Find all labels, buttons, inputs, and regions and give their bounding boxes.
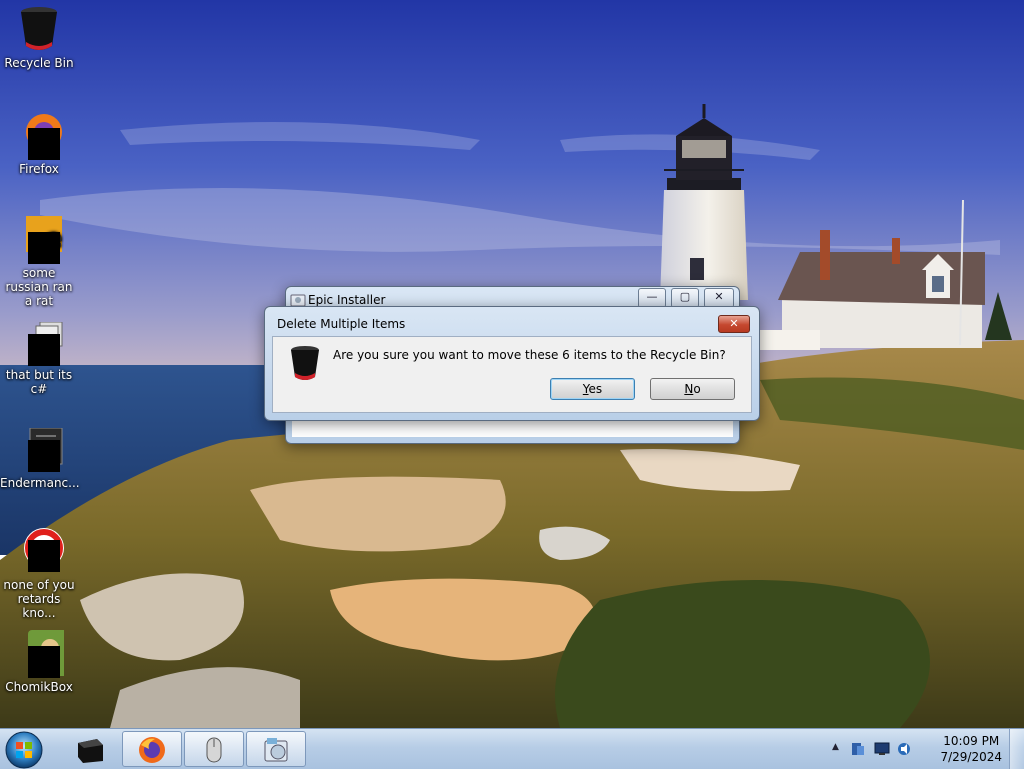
dialog-message: Are you sure you want to move these 6 it… bbox=[333, 348, 726, 362]
copies-icon bbox=[28, 322, 63, 366]
firefox-icon bbox=[139, 737, 165, 763]
chomikbox-icon bbox=[28, 630, 64, 678]
display-icon[interactable] bbox=[874, 741, 890, 757]
dialog-close-button[interactable]: ✕ bbox=[718, 315, 750, 333]
mouse-icon bbox=[206, 737, 222, 763]
black-box-icon bbox=[78, 739, 103, 763]
show-hidden-icons-button[interactable]: ▲ bbox=[832, 742, 839, 752]
installer-icon bbox=[264, 738, 288, 762]
desktop-icon-label: Endermanc... bbox=[0, 476, 80, 490]
recycle-bin-icon bbox=[291, 346, 319, 380]
opera-icon bbox=[24, 528, 64, 572]
start-orb-icon[interactable] bbox=[3, 730, 47, 770]
desktop-icon-label: some russian ran a rat bbox=[5, 266, 73, 308]
desktop-icon-chomikbox[interactable]: ChomikBox bbox=[0, 630, 78, 694]
delete-multiple-items-dialog[interactable]: Delete Multiple Items ✕ Are you sure you… bbox=[264, 306, 760, 421]
show-desktop-button[interactable] bbox=[1009, 729, 1024, 769]
desktop-icon-recycle-bin[interactable]: Recycle Bin bbox=[0, 4, 78, 70]
taskbar-item-installer[interactable] bbox=[246, 731, 306, 767]
desktop-icon-label: none of you retards kno... bbox=[3, 578, 75, 620]
dialog-client-area: Are you sure you want to move these 6 it… bbox=[272, 336, 752, 413]
no-mnemonic: N bbox=[684, 382, 694, 396]
clock-time: 10:09 PM bbox=[943, 734, 1000, 748]
network-icon[interactable] bbox=[850, 741, 866, 757]
desktop-icon-label: that but its c# bbox=[5, 368, 73, 396]
rat-program-icon: e bbox=[26, 216, 63, 264]
dialog-title: Delete Multiple Items bbox=[277, 317, 406, 331]
firefox-icon bbox=[26, 114, 62, 160]
desktop-icon-that-but-its-csharp[interactable]: that but its c# bbox=[0, 322, 78, 396]
clock[interactable]: 10:09 PM 7/29/2024 bbox=[940, 733, 1002, 765]
taskbar-item-mouse-app[interactable] bbox=[184, 731, 244, 767]
no-label-rest: o bbox=[693, 382, 701, 396]
no-button[interactable]: No bbox=[650, 378, 735, 400]
desktop-icon-some-russian-ran-a-rat[interactable]: e some russian ran a rat bbox=[0, 214, 78, 308]
clock-date: 7/29/2024 bbox=[940, 750, 1002, 764]
system-tray: ▲ 10:09 PM 7/29/2024 bbox=[832, 729, 1024, 769]
desktop-icon-label: Firefox bbox=[19, 162, 59, 176]
desktop-icon-none-of-you[interactable]: none of you retards kno... bbox=[0, 526, 78, 620]
desktop-icon-label: Recycle Bin bbox=[4, 56, 74, 70]
taskbar: ▲ 10:09 PM 7/29/2024 bbox=[0, 728, 1024, 769]
yes-button[interactable]: Yes bbox=[550, 378, 635, 400]
close-button[interactable]: ✕ bbox=[704, 288, 734, 308]
desktop-icon-label: ChomikBox bbox=[5, 680, 73, 694]
taskbar-item-program[interactable] bbox=[60, 731, 120, 767]
minimize-button[interactable]: — bbox=[638, 288, 666, 308]
desktop-icon-endermanch[interactable]: Endermanc... bbox=[0, 428, 80, 490]
console-window-icon bbox=[28, 428, 63, 472]
desktop-icon-firefox[interactable]: Firefox bbox=[0, 110, 78, 176]
taskbar-item-firefox[interactable] bbox=[122, 731, 182, 767]
yes-label-rest: es bbox=[588, 382, 603, 396]
recycle-bin-icon bbox=[21, 7, 57, 50]
maximize-button[interactable]: ▢ bbox=[671, 288, 699, 308]
volume-icon[interactable] bbox=[896, 741, 912, 757]
